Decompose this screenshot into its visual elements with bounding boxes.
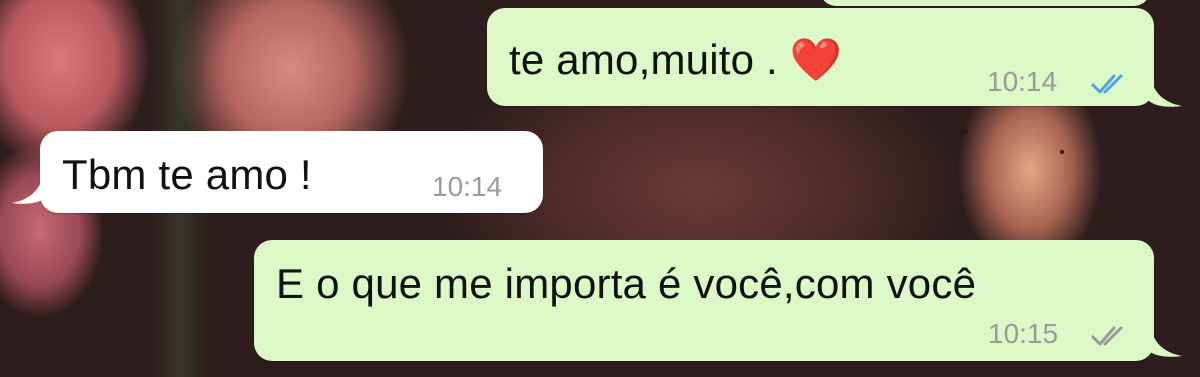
message-bubble-outgoing[interactable]: te amo,muito . ❤️ 10:14 xyxy=(487,8,1154,106)
bubble-tail xyxy=(1148,68,1182,107)
message-text: E o que me importa é você,com você xyxy=(276,260,977,307)
delivered-receipt-icon xyxy=(1091,326,1123,346)
message-bubble-incoming[interactable]: Tbm te amo ! 10:14 xyxy=(40,131,543,213)
read-receipt-icon xyxy=(1091,74,1123,94)
message-bubble-outgoing[interactable]: E o que me importa é você,com você 10:15 xyxy=(254,240,1154,361)
message-text: te amo,muito . ❤️ xyxy=(509,36,843,83)
message-text: Tbm te amo ! xyxy=(62,151,312,198)
message-timestamp: 10:14 xyxy=(432,171,503,202)
wallpaper-spot xyxy=(1060,150,1064,154)
message-bubble-partial xyxy=(820,0,1150,6)
wallpaper-spot xyxy=(962,128,968,134)
message-timestamp: 10:14 xyxy=(987,66,1058,97)
bubble-tail xyxy=(12,165,46,204)
message-timestamp: 10:15 xyxy=(988,318,1059,349)
bubble-tail xyxy=(1148,318,1182,357)
